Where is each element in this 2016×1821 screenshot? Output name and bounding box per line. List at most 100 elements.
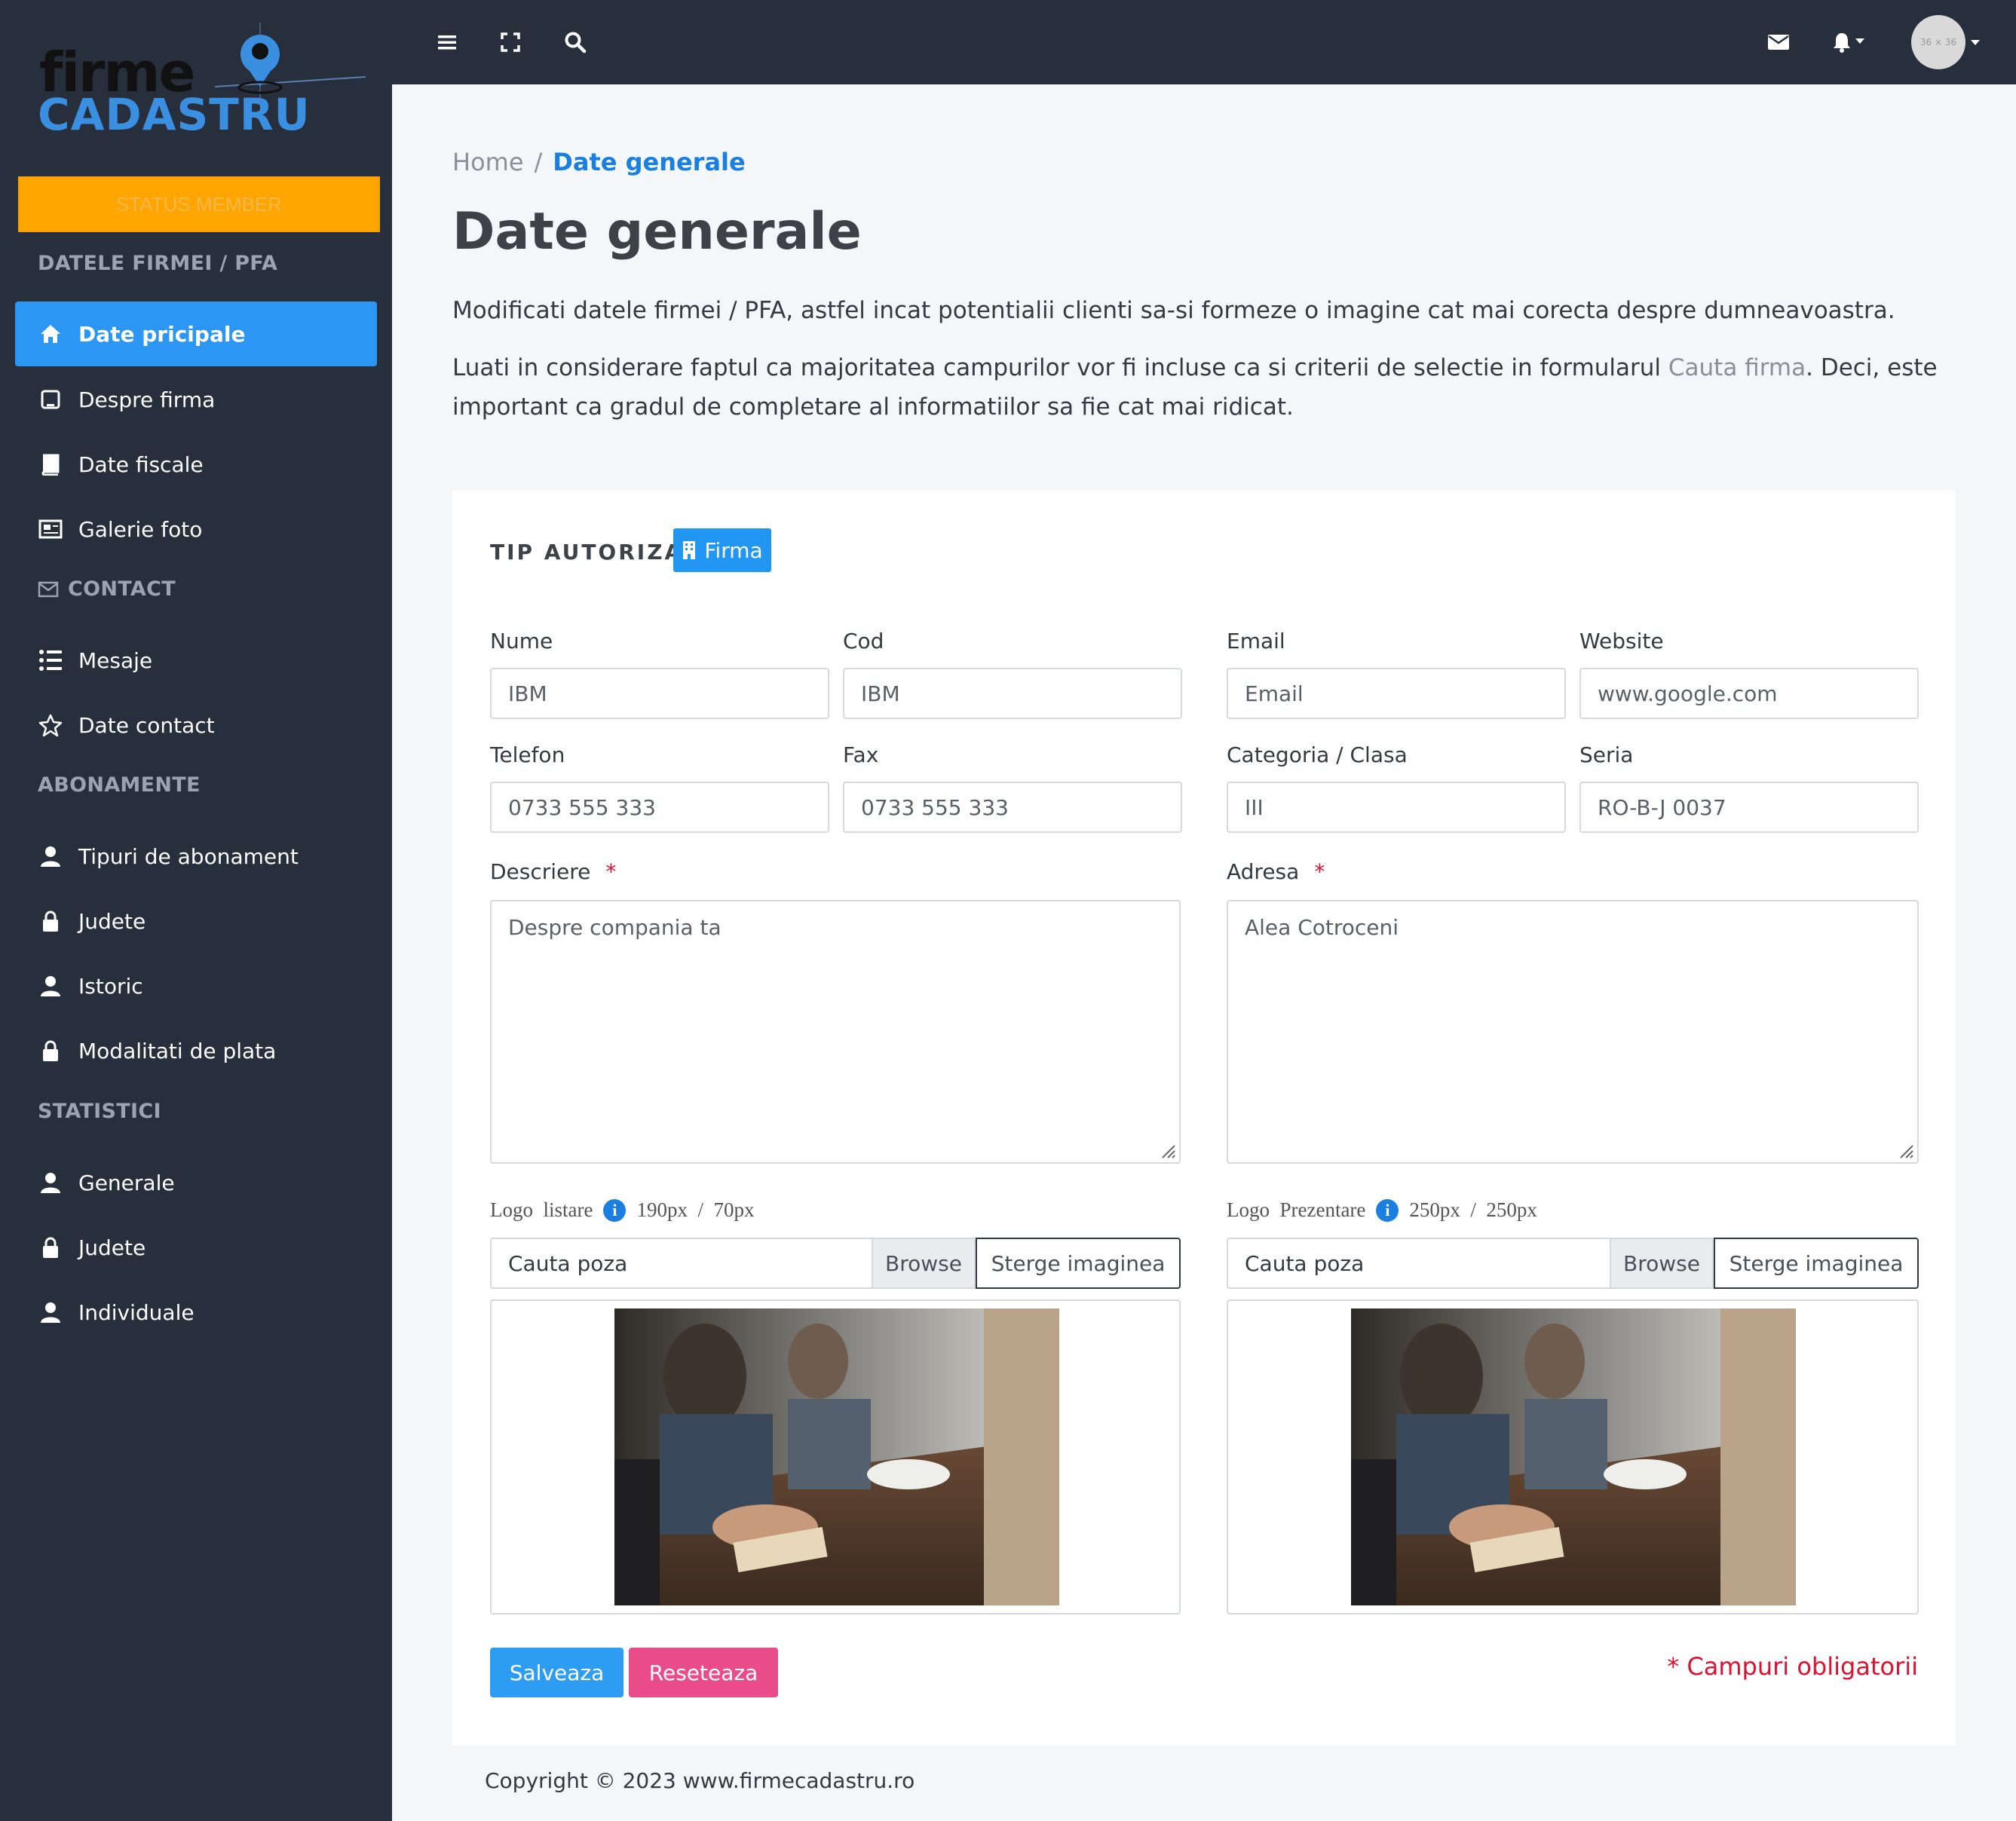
sidebar-item-label: Date contact bbox=[78, 712, 215, 738]
email-label: Email bbox=[1227, 629, 1285, 653]
logo-listare-file-input: Cauta poza Browse Sterge imaginea bbox=[490, 1238, 1181, 1289]
intro-text-2-start: Luati in considerare faptul ca majoritat… bbox=[452, 354, 1668, 381]
adresa-label: Adresa * bbox=[1227, 859, 1325, 884]
descriere-placeholder: Despre compania ta bbox=[508, 915, 722, 940]
tip-autorizat-value: Firma bbox=[704, 537, 763, 563]
fax-field[interactable]: 0733 555 333 bbox=[843, 782, 1182, 833]
status-member-label: STATUS MEMBER bbox=[115, 192, 283, 216]
chevron-down-icon[interactable] bbox=[1855, 38, 1864, 44]
seria-label: Seria bbox=[1579, 742, 1634, 767]
email-field[interactable]: Email bbox=[1227, 668, 1566, 719]
nume-field[interactable]: IBM bbox=[490, 668, 829, 719]
sidebar-item-date-contact[interactable]: Date contact bbox=[15, 693, 377, 757]
sidebar-item-istoric[interactable]: Istoric bbox=[15, 953, 377, 1018]
logo-prezentare-browse-button[interactable]: Browse bbox=[1610, 1238, 1714, 1289]
sidebar-item-label: Date pricipale bbox=[78, 321, 246, 347]
logo-listare-delete-button[interactable]: Sterge imaginea bbox=[976, 1238, 1181, 1289]
telefon-field[interactable]: 0733 555 333 bbox=[490, 782, 829, 833]
resize-handle-icon[interactable] bbox=[1898, 1143, 1914, 1159]
search-icon[interactable] bbox=[562, 29, 589, 56]
logo-listare-label-text: Logo listare bbox=[490, 1198, 593, 1221]
nume-label: Nume bbox=[490, 629, 553, 653]
book-icon bbox=[38, 451, 63, 477]
newspaper-icon bbox=[38, 516, 63, 542]
star-icon bbox=[38, 712, 63, 738]
status-member-button[interactable]: STATUS MEMBER bbox=[18, 176, 380, 232]
sidebar-item-label: Galerie foto bbox=[78, 516, 203, 542]
info-icon[interactable]: i bbox=[603, 1198, 627, 1222]
fullscreen-icon[interactable] bbox=[497, 29, 524, 56]
lock-icon bbox=[38, 1038, 63, 1064]
sidebar-item-modalitati-plata[interactable]: Modalitati de plata bbox=[15, 1018, 377, 1083]
breadcrumb-separator: / bbox=[534, 148, 543, 176]
breadcrumb-home[interactable]: Home bbox=[452, 148, 524, 176]
sidebar-item-label: Despre firma bbox=[78, 387, 216, 412]
sidebar-item-date-principale[interactable]: Date pricipale bbox=[15, 301, 377, 366]
reset-button[interactable]: Reseteaza bbox=[629, 1648, 778, 1697]
website-label: Website bbox=[1579, 629, 1664, 653]
tip-autorizat-badge[interactable]: Firma bbox=[673, 528, 771, 572]
lock-icon bbox=[38, 1235, 63, 1260]
logo-listare-size: 190px / 70px bbox=[636, 1198, 755, 1221]
breadcrumb-current: Date generale bbox=[553, 148, 746, 176]
adresa-value: Alea Cotroceni bbox=[1245, 915, 1399, 940]
sidebar-item-judete-stat[interactable]: Judete bbox=[15, 1215, 377, 1280]
logo-listare-filename[interactable]: Cauta poza bbox=[490, 1238, 872, 1289]
intro-text-2: Luati in considerare faptul ca majoritat… bbox=[452, 348, 1960, 427]
descriere-label: Descriere * bbox=[490, 859, 616, 884]
sidebar-item-despre-firma[interactable]: Despre firma bbox=[15, 367, 377, 432]
user-icon bbox=[38, 973, 63, 999]
sidebar-item-tipuri-abonament[interactable]: Tipuri de abonament bbox=[15, 824, 377, 889]
bell-icon[interactable] bbox=[1828, 29, 1855, 56]
page-title: Date generale bbox=[452, 202, 862, 262]
sidebar-item-mesaje[interactable]: Mesaje bbox=[15, 628, 377, 693]
chevron-down-icon[interactable] bbox=[1971, 40, 1980, 45]
envelope-icon[interactable] bbox=[1765, 29, 1792, 56]
descriere-label-text: Descriere bbox=[490, 859, 591, 884]
save-button[interactable]: Salveaza bbox=[490, 1648, 623, 1697]
sidebar-item-label: Generale bbox=[78, 1170, 175, 1195]
breadcrumb: Home / Date generale bbox=[452, 148, 746, 176]
cod-label: Cod bbox=[843, 629, 884, 653]
list-icon bbox=[38, 647, 63, 673]
logo-listare-label: Logo listare i 190px / 70px bbox=[490, 1198, 754, 1222]
map-pin-icon bbox=[215, 23, 366, 106]
avatar[interactable]: 36 × 36 bbox=[1911, 15, 1965, 69]
envelope-outline-icon bbox=[38, 581, 59, 597]
seria-field[interactable]: RO-B-J 0037 bbox=[1579, 782, 1919, 833]
info-icon[interactable]: i bbox=[1376, 1198, 1399, 1222]
sidebar-item-date-fiscale[interactable]: Date fiscale bbox=[15, 432, 377, 497]
sidebar-item-generale[interactable]: Generale bbox=[15, 1150, 377, 1215]
sidebar-item-judete[interactable]: Judete bbox=[15, 889, 377, 953]
sidebar-item-label: Tipuri de abonament bbox=[78, 843, 299, 869]
logo-listare-browse-button[interactable]: Browse bbox=[872, 1238, 976, 1289]
lock-icon bbox=[38, 908, 63, 934]
categoria-field[interactable]: III bbox=[1227, 782, 1566, 833]
brand-logo[interactable]: firme CADASTRU bbox=[38, 23, 366, 143]
sidebar-item-label: Date fiscale bbox=[78, 451, 204, 477]
building-icon bbox=[683, 541, 696, 559]
sidebar-item-label: Judete bbox=[78, 1235, 146, 1260]
cauta-firma-link[interactable]: Cauta firma bbox=[1668, 354, 1806, 381]
adresa-textarea[interactable]: Alea Cotroceni bbox=[1227, 900, 1919, 1164]
resize-handle-icon[interactable] bbox=[1160, 1143, 1176, 1159]
logo-prezentare-delete-button[interactable]: Sterge imaginea bbox=[1714, 1238, 1919, 1289]
tip-autorizat-label: TIP AUTORIZAT bbox=[490, 540, 699, 565]
tablet-icon bbox=[38, 387, 63, 412]
logo-prezentare-filename[interactable]: Cauta poza bbox=[1227, 1238, 1610, 1289]
user-icon bbox=[38, 843, 63, 869]
sidebar-item-label: Istoric bbox=[78, 973, 143, 999]
website-field[interactable]: www.google.com bbox=[1579, 668, 1919, 719]
sidebar-item-label: Mesaje bbox=[78, 647, 153, 673]
descriere-textarea[interactable]: Despre compania ta bbox=[490, 900, 1181, 1164]
sidebar-item-label: Modalitati de plata bbox=[78, 1038, 277, 1064]
sidebar-item-galerie-foto[interactable]: Galerie foto bbox=[15, 497, 377, 562]
cod-field[interactable]: IBM bbox=[843, 668, 1182, 719]
section-title-statistici: STATISTICI bbox=[38, 1100, 161, 1123]
menu-icon[interactable] bbox=[434, 29, 461, 56]
section-title-abonamente: ABONAMENTE bbox=[38, 773, 201, 797]
sidebar-item-individuale[interactable]: Individuale bbox=[15, 1280, 377, 1345]
sidebar-item-label: Individuale bbox=[78, 1299, 195, 1325]
avatar-placeholder: 36 × 36 bbox=[1919, 37, 1957, 47]
section-title-contact: CONTACT bbox=[38, 577, 176, 601]
